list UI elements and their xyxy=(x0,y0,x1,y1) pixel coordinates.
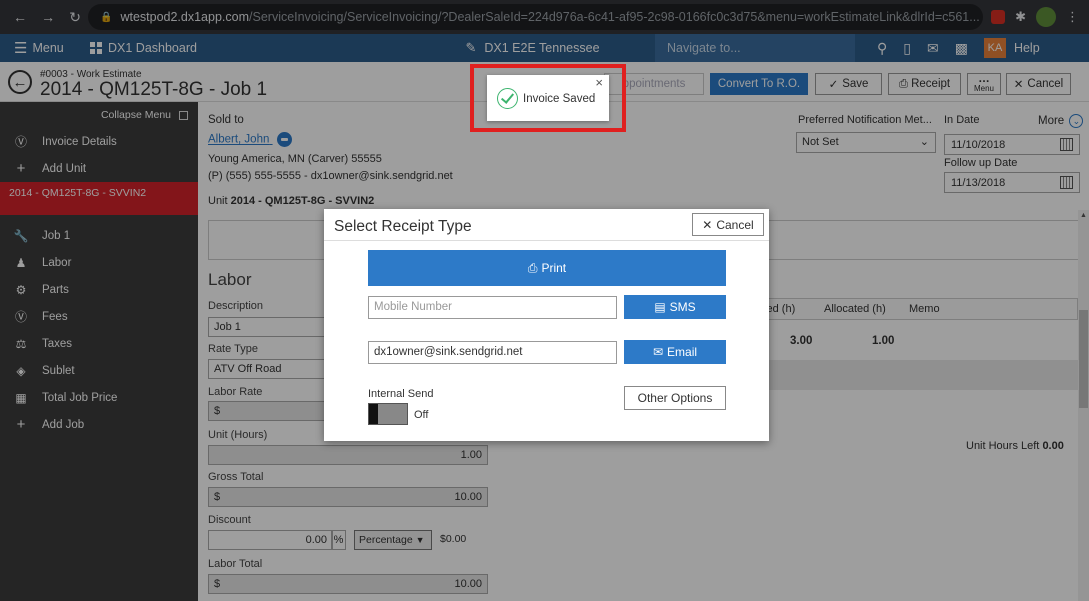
printer-icon: ⎙ xyxy=(527,260,538,275)
internal-send-label: Internal Send xyxy=(368,388,434,400)
sms-chat-icon: ▤ xyxy=(654,300,666,314)
print-button[interactable]: ⎙ Print xyxy=(368,250,726,286)
select-receipt-type-dialog: Select Receipt Type ✕ Cancel ⎙ Print Mob… xyxy=(324,209,769,441)
email-label: Email xyxy=(667,345,698,359)
print-label: Print xyxy=(541,261,567,275)
highlight-box xyxy=(470,64,626,132)
dialog-title: Select Receipt Type xyxy=(334,218,472,235)
email-button[interactable]: ✉ Email xyxy=(624,340,726,364)
dialog-header: Select Receipt Type ✕ Cancel xyxy=(324,209,769,241)
sms-label: SMS xyxy=(669,300,696,314)
toggle-knob xyxy=(369,404,378,424)
toggle-state-label: Off xyxy=(414,409,429,421)
sms-button[interactable]: ▤ SMS xyxy=(624,295,726,319)
other-options-button[interactable]: Other Options xyxy=(624,386,726,410)
close-icon: ✕ xyxy=(702,217,713,232)
mobile-number-input[interactable]: Mobile Number xyxy=(368,296,617,319)
dialog-cancel-label: Cancel xyxy=(716,217,754,232)
envelope-icon: ✉ xyxy=(652,345,664,359)
internal-send-toggle[interactable] xyxy=(368,403,408,425)
dialog-cancel-button[interactable]: ✕ Cancel xyxy=(692,213,764,236)
email-input[interactable]: dx1owner@sink.sendgrid.net xyxy=(368,341,617,364)
